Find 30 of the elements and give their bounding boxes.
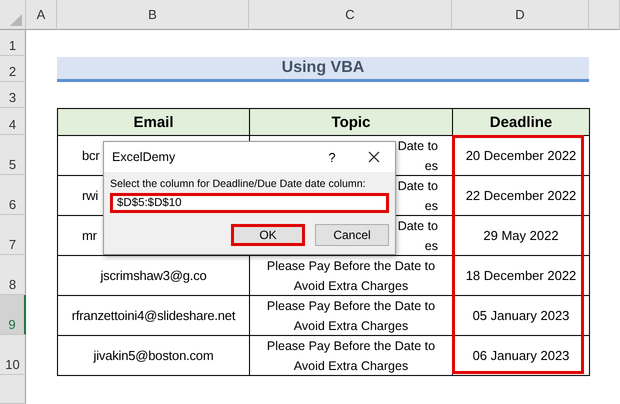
row-header[interactable]: 10 [0, 335, 26, 375]
dialog-title: ExcelDemy [112, 150, 176, 164]
row-header[interactable]: 7 [0, 215, 26, 255]
row-header[interactable]: 4 [0, 108, 26, 135]
row-header[interactable]: 8 [0, 255, 26, 295]
header-cell: Deadline [452, 108, 590, 136]
row-header[interactable]: 3 [0, 82, 26, 108]
table-cell: 06 January 2023 [452, 335, 590, 376]
ok-button[interactable]: OK [231, 224, 305, 246]
input-field[interactable]: $D$5:$D$10 [110, 193, 389, 213]
row-header[interactable]: 6 [0, 175, 26, 215]
row-header[interactable]: 9 [0, 295, 26, 335]
table-cell: jivakin5@boston.com [57, 335, 250, 376]
row-header[interactable]: 5 [0, 135, 26, 175]
title-cell: Using VBA [57, 57, 589, 82]
row-header[interactable] [0, 375, 26, 404]
column-header[interactable]: D [452, 0, 589, 30]
column-header[interactable]: C [249, 0, 452, 30]
corner-triangle-icon [10, 14, 22, 26]
header-cell: Topic [249, 108, 453, 136]
row-header[interactable]: 1 [0, 30, 26, 56]
column-header[interactable] [589, 0, 620, 30]
row-header[interactable]: 2 [0, 56, 26, 82]
close-icon [368, 151, 380, 163]
help-button[interactable]: ? [311, 142, 353, 172]
cancel-button[interactable]: Cancel [315, 224, 389, 246]
column-header[interactable]: B [57, 0, 249, 30]
select-all-corner[interactable] [0, 0, 26, 30]
header-cell: Email [57, 108, 250, 136]
column-header[interactable]: A [26, 0, 57, 30]
